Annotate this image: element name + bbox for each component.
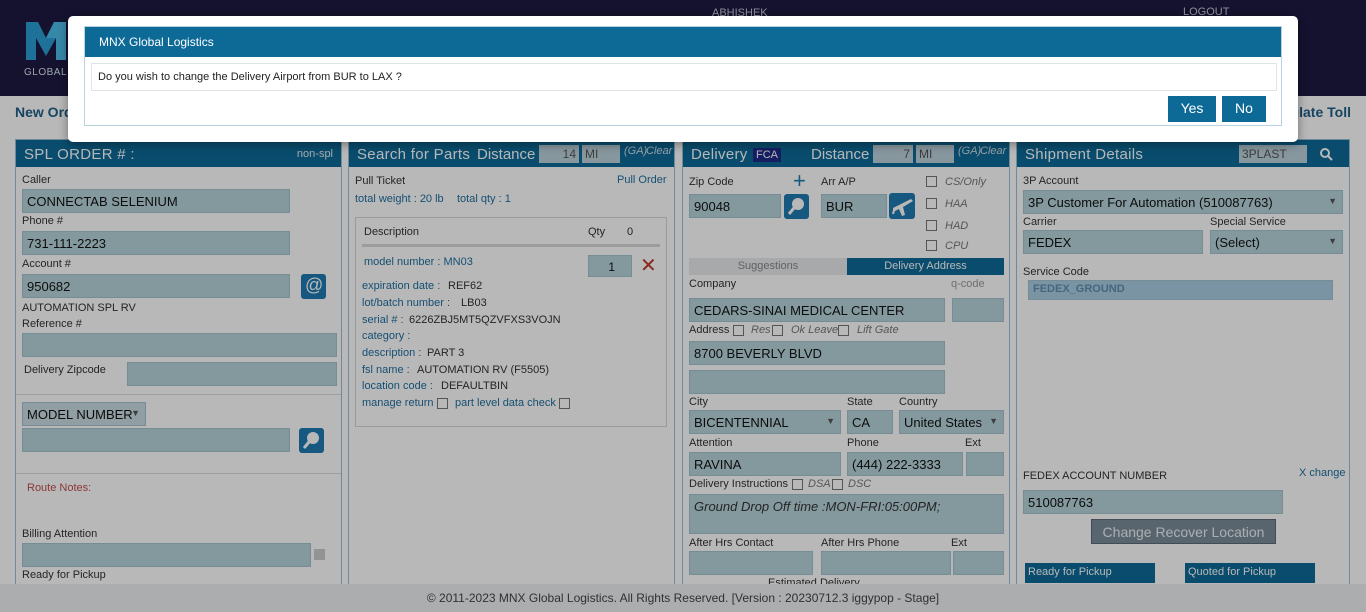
yes-button[interactable]: Yes: [1168, 96, 1216, 122]
confirm-dialog: MNX Global Logistics Do you wish to chan…: [68, 16, 1298, 142]
confirm-dialog-body: MNX Global Logistics Do you wish to chan…: [84, 26, 1282, 126]
dialog-message: Do you wish to change the Delivery Airpo…: [91, 63, 1277, 91]
no-button[interactable]: No: [1222, 96, 1266, 122]
dialog-title: MNX Global Logistics: [85, 27, 1281, 57]
